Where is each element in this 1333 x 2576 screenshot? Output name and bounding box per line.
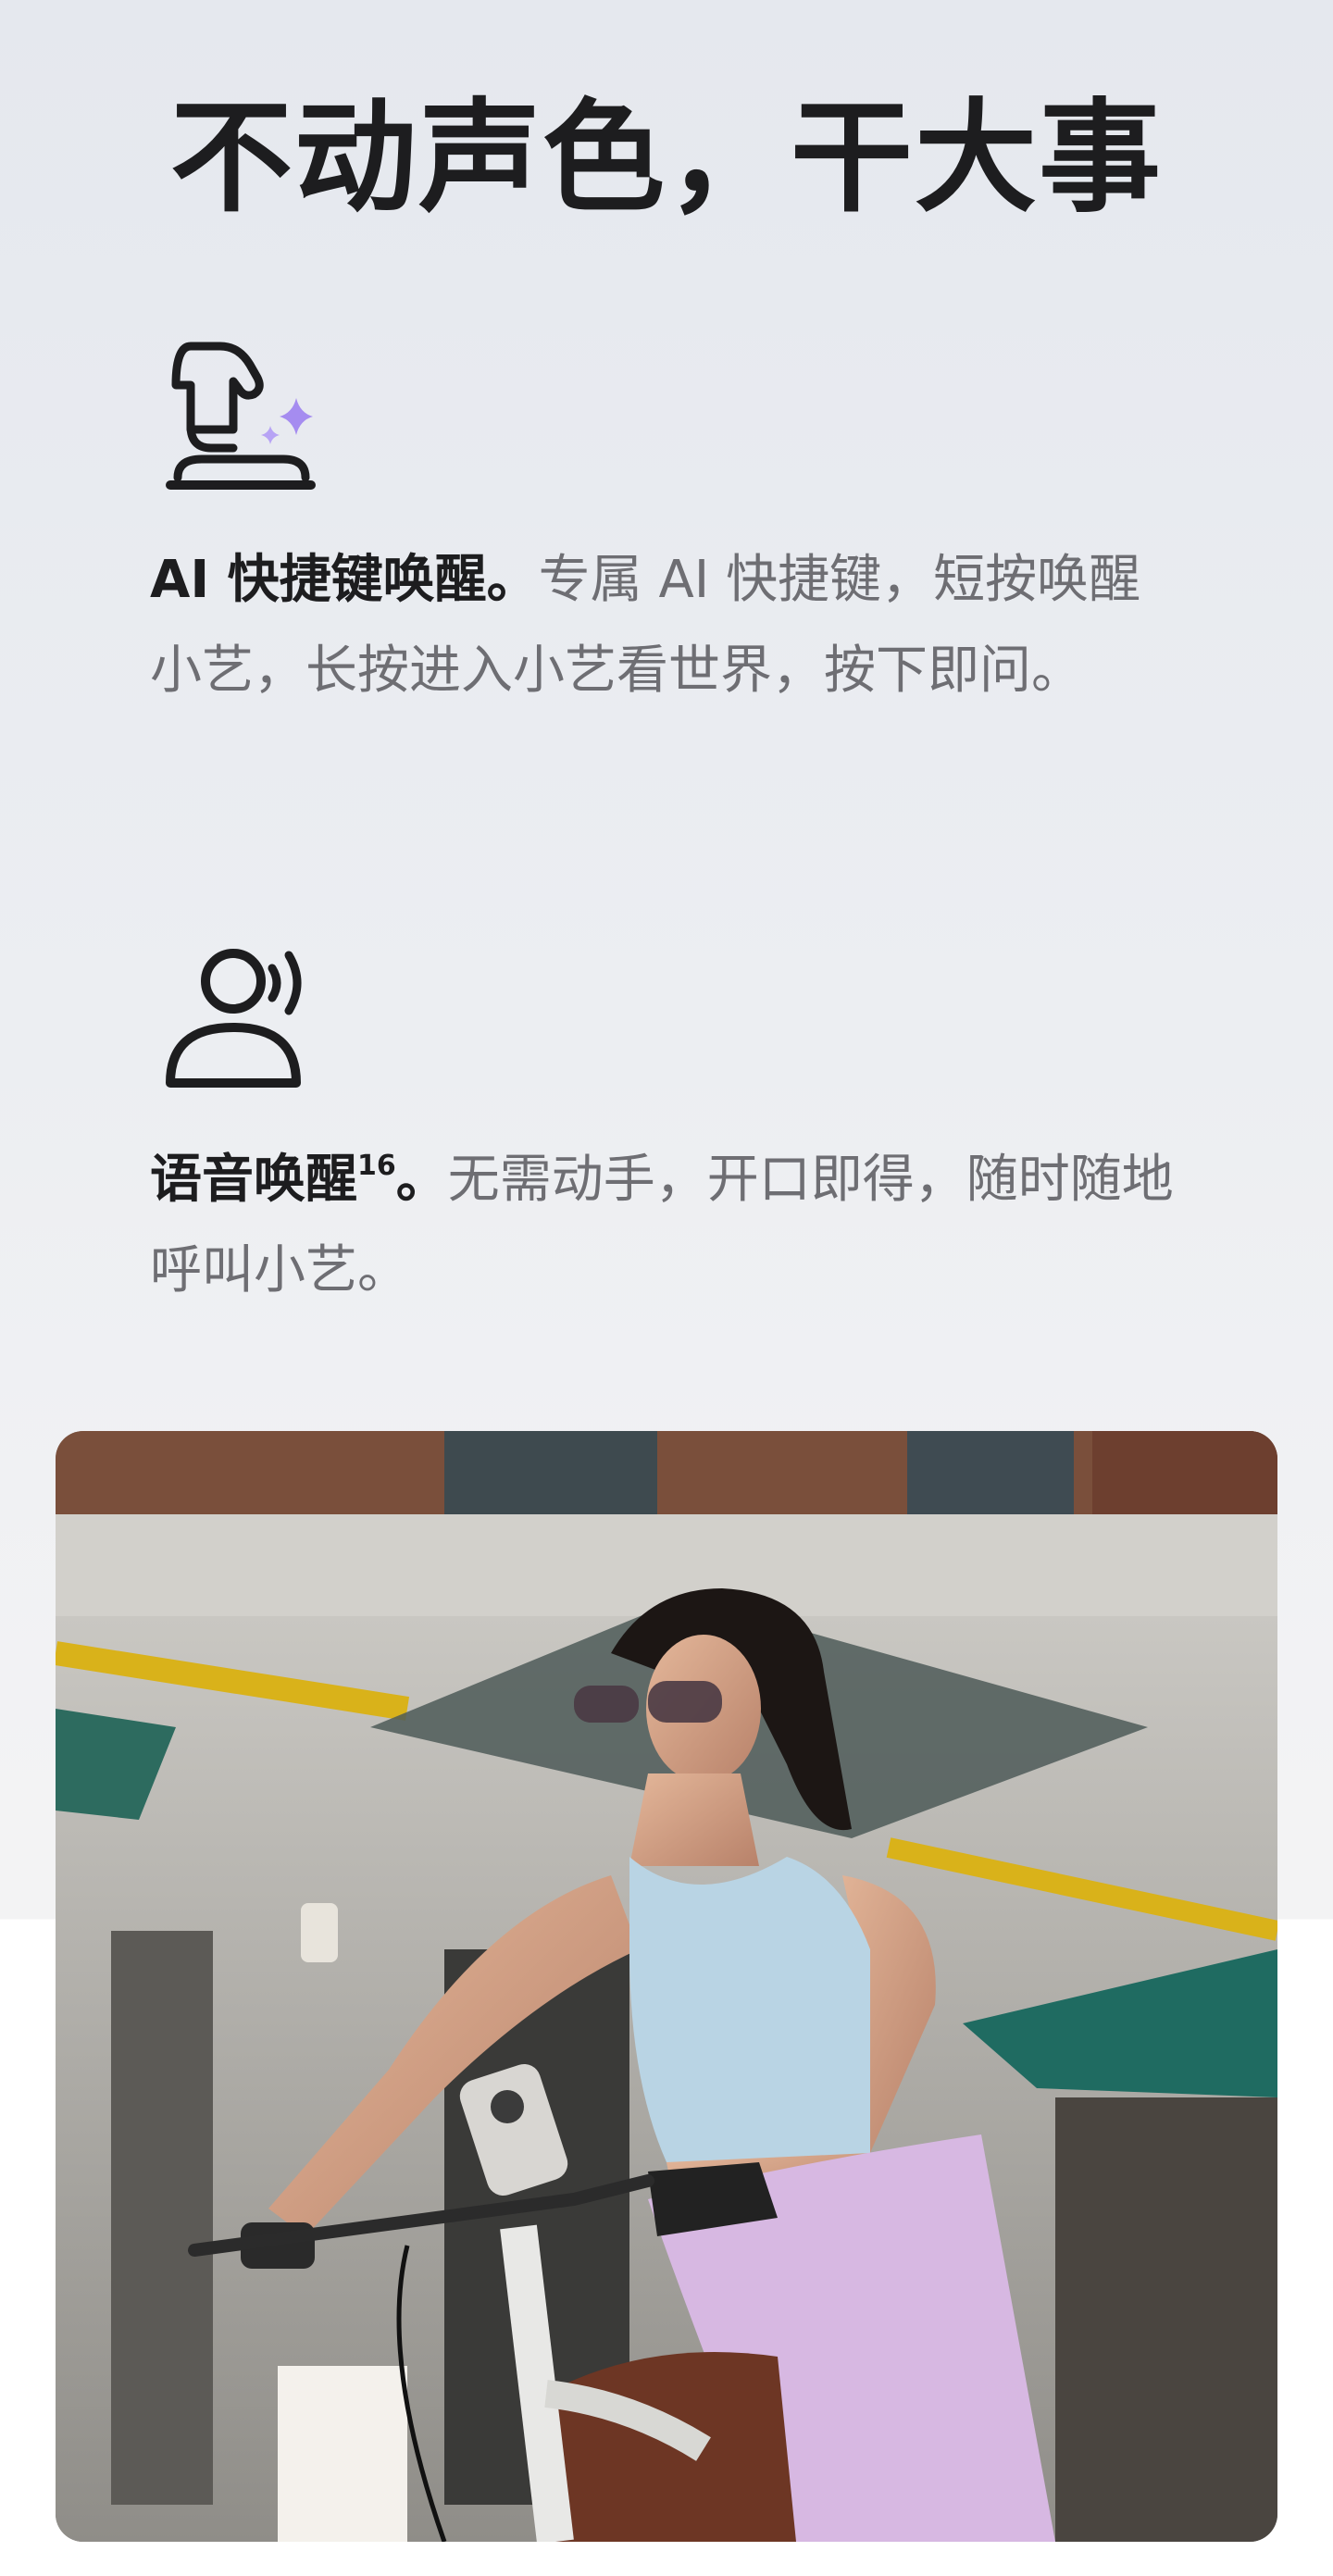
feature-ai-shortcut-text: AI 快捷键唤醒。专属 AI 快捷键，短按唤醒小艺，长按进入小艺看世界，按下即问… [150, 535, 1177, 716]
feature-voice-wake-text: 语音唤醒16。无需动手，开口即得，随时随地呼叫小艺。 [150, 1135, 1177, 1316]
feature-ai-shortcut-lead: AI 快捷键唤醒。 [150, 550, 539, 610]
feature-voice-wake-lead-end: 。 [395, 1150, 448, 1210]
footnote-marker: 16 [357, 1150, 396, 1182]
page-title: 不动声色，干大事 [170, 87, 1163, 230]
feature-voice-wake-lead: 语音唤醒 [150, 1150, 357, 1210]
woman-riding-bicycle-photo [56, 1431, 1277, 2542]
ai-shortcut-key-icon [165, 337, 322, 494]
voice-wake-icon [159, 937, 317, 1094]
